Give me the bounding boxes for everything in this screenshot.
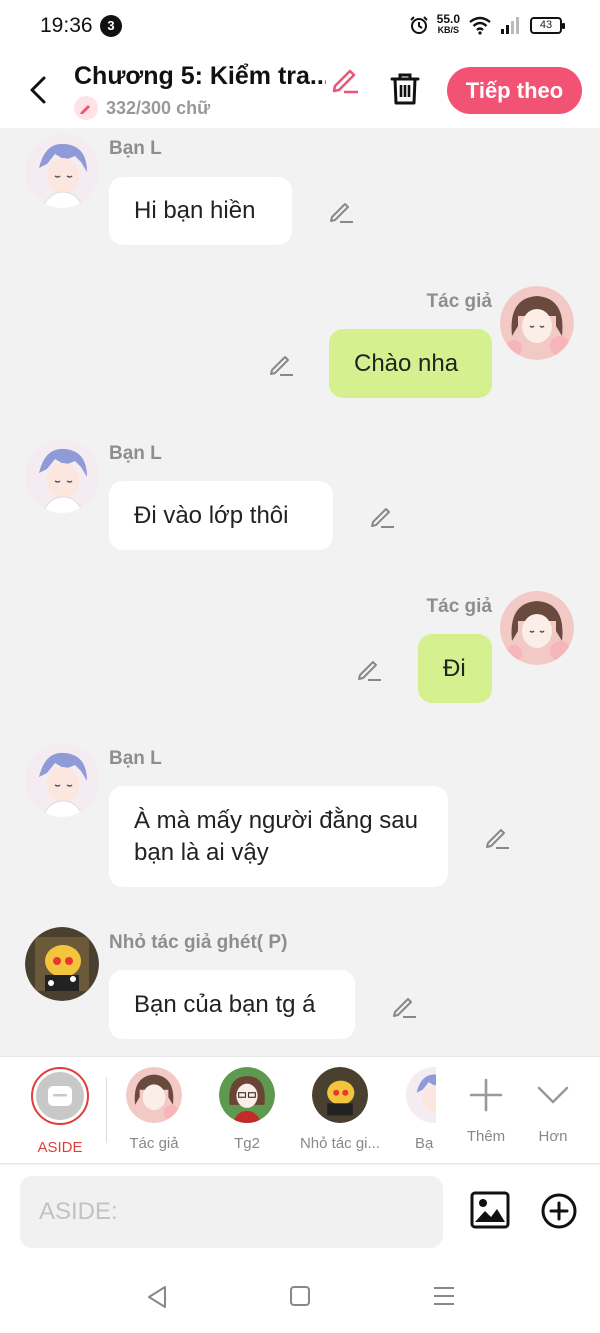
- nav-home-button[interactable]: [289, 1285, 311, 1312]
- net-speed: 55.0 KB/S: [436, 12, 460, 35]
- image-icon: [470, 1191, 510, 1229]
- back-button[interactable]: [20, 70, 56, 110]
- pencil-icon: [270, 356, 293, 376]
- alarm-icon: [409, 16, 428, 34]
- avatar[interactable]: [25, 927, 99, 1001]
- status-icons: 55.0 KB/S 43: [409, 12, 565, 36]
- insert-image-button[interactable]: [470, 1191, 510, 1234]
- message-bubble[interactable]: Đi: [418, 634, 492, 703]
- status-bar: 19:36 3 55.0 KB/S 43: [0, 0, 600, 52]
- word-count: 332/300 chữ: [74, 96, 210, 120]
- pencil-icon: [371, 508, 394, 528]
- trash-icon: [390, 73, 420, 105]
- edit-message-button[interactable]: [328, 198, 354, 229]
- signal-icon: [501, 17, 519, 34]
- aside-icon: [31, 1067, 89, 1125]
- character-picker: ASIDE Tác giả Tg2 Nhỏ tác gi... Bạ Thêm …: [0, 1056, 600, 1164]
- speaker-name: Bạn L: [109, 748, 162, 769]
- nav-menu-button[interactable]: [432, 1285, 456, 1312]
- expand-button[interactable]: Hơn: [528, 1067, 578, 1145]
- nav-home-icon: [290, 1286, 310, 1306]
- avatar[interactable]: [25, 134, 99, 208]
- edit-title-button[interactable]: [330, 64, 360, 99]
- avatar[interactable]: [25, 743, 99, 817]
- character-ban-l[interactable]: Bạ: [396, 1067, 436, 1152]
- back-icon: [30, 76, 46, 104]
- avatar: [312, 1067, 368, 1123]
- composer: [0, 1165, 600, 1265]
- character-nho-tac-gia[interactable]: Nhỏ tác gi...: [298, 1067, 382, 1152]
- nav-menu-icon: [434, 1287, 454, 1305]
- message-bubble[interactable]: Bạn của bạn tg á: [109, 970, 355, 1039]
- speaker-name: Tác giả: [426, 596, 492, 617]
- chapter-title[interactable]: Chương 5: Kiểm tra...: [74, 62, 326, 91]
- avatar: [406, 1067, 436, 1123]
- divider: [106, 1077, 107, 1143]
- nav-back-icon: [148, 1286, 166, 1308]
- character-tg2[interactable]: Tg2: [208, 1067, 286, 1152]
- status-time: 19:36: [40, 14, 93, 37]
- add-character-button[interactable]: Thêm: [460, 1067, 512, 1145]
- pencil-icon: [330, 203, 353, 223]
- speaker-name: Nhỏ tác giả ghét( P): [109, 932, 288, 953]
- message-bubble[interactable]: À mà mấy người đằng sau bạn là ai vậy: [109, 786, 448, 887]
- speaker-name: Bạn L: [109, 443, 162, 464]
- speaker-name: Bạn L: [109, 138, 162, 159]
- avatar[interactable]: [25, 439, 99, 513]
- message-bubble[interactable]: Đi vào lớp thôi: [109, 481, 333, 550]
- delete-button[interactable]: [386, 70, 424, 113]
- chapter-header: Chương 5: Kiểm tra... 332/300 chữ Tiếp t…: [0, 52, 600, 128]
- plus-circle-icon: [541, 1193, 577, 1229]
- edit-message-button[interactable]: [391, 993, 417, 1024]
- avatar: [126, 1067, 182, 1123]
- next-button[interactable]: Tiếp theo: [447, 67, 582, 114]
- edit-message-button[interactable]: [484, 824, 510, 855]
- edit-message-button[interactable]: [356, 656, 382, 687]
- wifi-icon: [469, 16, 491, 35]
- system-nav-bar: [0, 1265, 600, 1333]
- pencil-icon: [358, 661, 381, 681]
- avatar[interactable]: [500, 591, 574, 665]
- chat-area[interactable]: Bạn L Hi bạn hiền Tác giả Chào nha Bạn L…: [0, 128, 600, 1056]
- avatar[interactable]: [500, 286, 574, 360]
- message-bubble[interactable]: Chào nha: [329, 329, 492, 398]
- add-button[interactable]: [540, 1192, 578, 1235]
- speaker-name: Tác giả: [426, 291, 492, 312]
- character-aside[interactable]: ASIDE: [24, 1067, 96, 1156]
- nav-back-button[interactable]: [146, 1285, 168, 1314]
- notification-badge: 3: [100, 15, 122, 37]
- avatar: [219, 1067, 275, 1123]
- message-input[interactable]: [20, 1176, 443, 1248]
- pencil-badge-icon: [74, 96, 98, 120]
- pencil-icon: [332, 69, 358, 94]
- edit-message-button[interactable]: [268, 351, 294, 382]
- pencil-icon: [486, 829, 509, 849]
- edit-message-button[interactable]: [369, 503, 395, 534]
- chevron-down-icon: [537, 1086, 569, 1104]
- character-tac-gia[interactable]: Tác giả: [114, 1067, 194, 1152]
- pencil-icon: [393, 998, 416, 1018]
- message-bubble[interactable]: Hi bạn hiền: [109, 177, 292, 245]
- plus-icon: [469, 1078, 503, 1112]
- battery-icon: 43: [530, 16, 565, 34]
